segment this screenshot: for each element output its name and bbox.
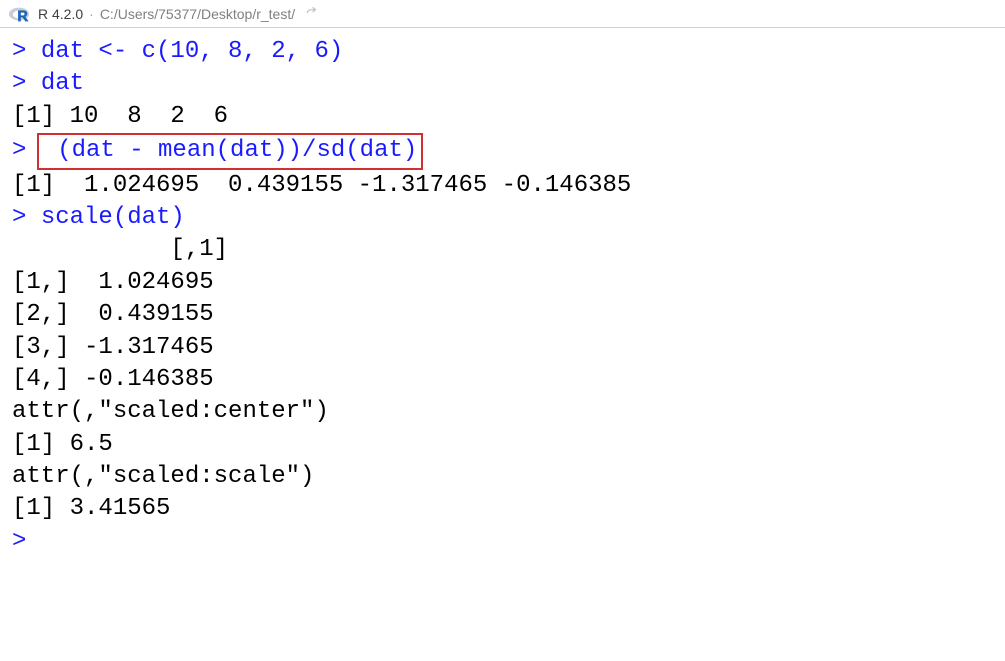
share-arrow-icon[interactable]	[305, 5, 319, 22]
working-directory: C:/Users/75377/Desktop/r_test/	[100, 6, 295, 22]
console-line: > scale(dat)	[12, 202, 993, 234]
console-line: attr(,"scaled:center")	[12, 396, 993, 428]
console-line: [2,] 0.439155	[12, 299, 993, 331]
highlighted-command: (dat - mean(dat))/sd(dat)	[37, 133, 423, 169]
prompt: >	[12, 528, 41, 555]
input-text: scale(dat)	[41, 204, 185, 231]
prompt: >	[12, 70, 41, 97]
console-line: [1,] 1.024695	[12, 267, 993, 299]
prompt: >	[12, 137, 26, 164]
input-text: dat	[41, 70, 84, 97]
console-line: [3,] -1.317465	[12, 332, 993, 364]
console-line: [1] 1.024695 0.439155 -1.317465 -0.14638…	[12, 170, 993, 202]
console-line: [4,] -0.146385	[12, 364, 993, 396]
output-text: [1] 1.024695 0.439155 -1.317465 -0.14638…	[12, 172, 631, 199]
output-text: attr(,"scaled:center")	[12, 398, 329, 425]
console-line: >	[12, 526, 993, 558]
output-text: [1] 10 8 2 6	[12, 103, 228, 130]
r-version: R 4.2.0	[38, 6, 83, 22]
console-line: [,1]	[12, 234, 993, 266]
prompt: >	[12, 204, 41, 231]
output-text: [1] 3.41565	[12, 495, 170, 522]
separator-dot: ·	[89, 6, 94, 22]
output-text: [1] 6.5	[12, 431, 113, 458]
console-line: > (dat - mean(dat))/sd(dat)	[12, 133, 993, 169]
console-line: [1] 6.5	[12, 429, 993, 461]
input-text: (dat - mean(dat))/sd(dat)	[43, 137, 417, 164]
console-line: > dat	[12, 68, 993, 100]
output-text: [4,] -0.146385	[12, 366, 214, 393]
prompt: >	[12, 38, 41, 65]
console-line: [1] 3.41565	[12, 493, 993, 525]
console-line: [1] 10 8 2 6	[12, 101, 993, 133]
output-text: [1,] 1.024695	[12, 269, 214, 296]
console-header: R 4.2.0 · C:/Users/75377/Desktop/r_test/	[0, 0, 1005, 28]
header-info: R 4.2.0 · C:/Users/75377/Desktop/r_test/	[38, 5, 319, 22]
output-text: [3,] -1.317465	[12, 334, 214, 361]
output-text: attr(,"scaled:scale")	[12, 463, 314, 490]
r-logo-icon	[8, 5, 30, 23]
output-text: [,1]	[12, 236, 228, 263]
console-line: attr(,"scaled:scale")	[12, 461, 993, 493]
r-console[interactable]: > dat <- c(10, 8, 2, 6)> dat[1] 10 8 2 6…	[0, 28, 1005, 566]
input-text: dat <- c(10, 8, 2, 6)	[41, 38, 343, 65]
output-text: [2,] 0.439155	[12, 301, 214, 328]
console-line: > dat <- c(10, 8, 2, 6)	[12, 36, 993, 68]
